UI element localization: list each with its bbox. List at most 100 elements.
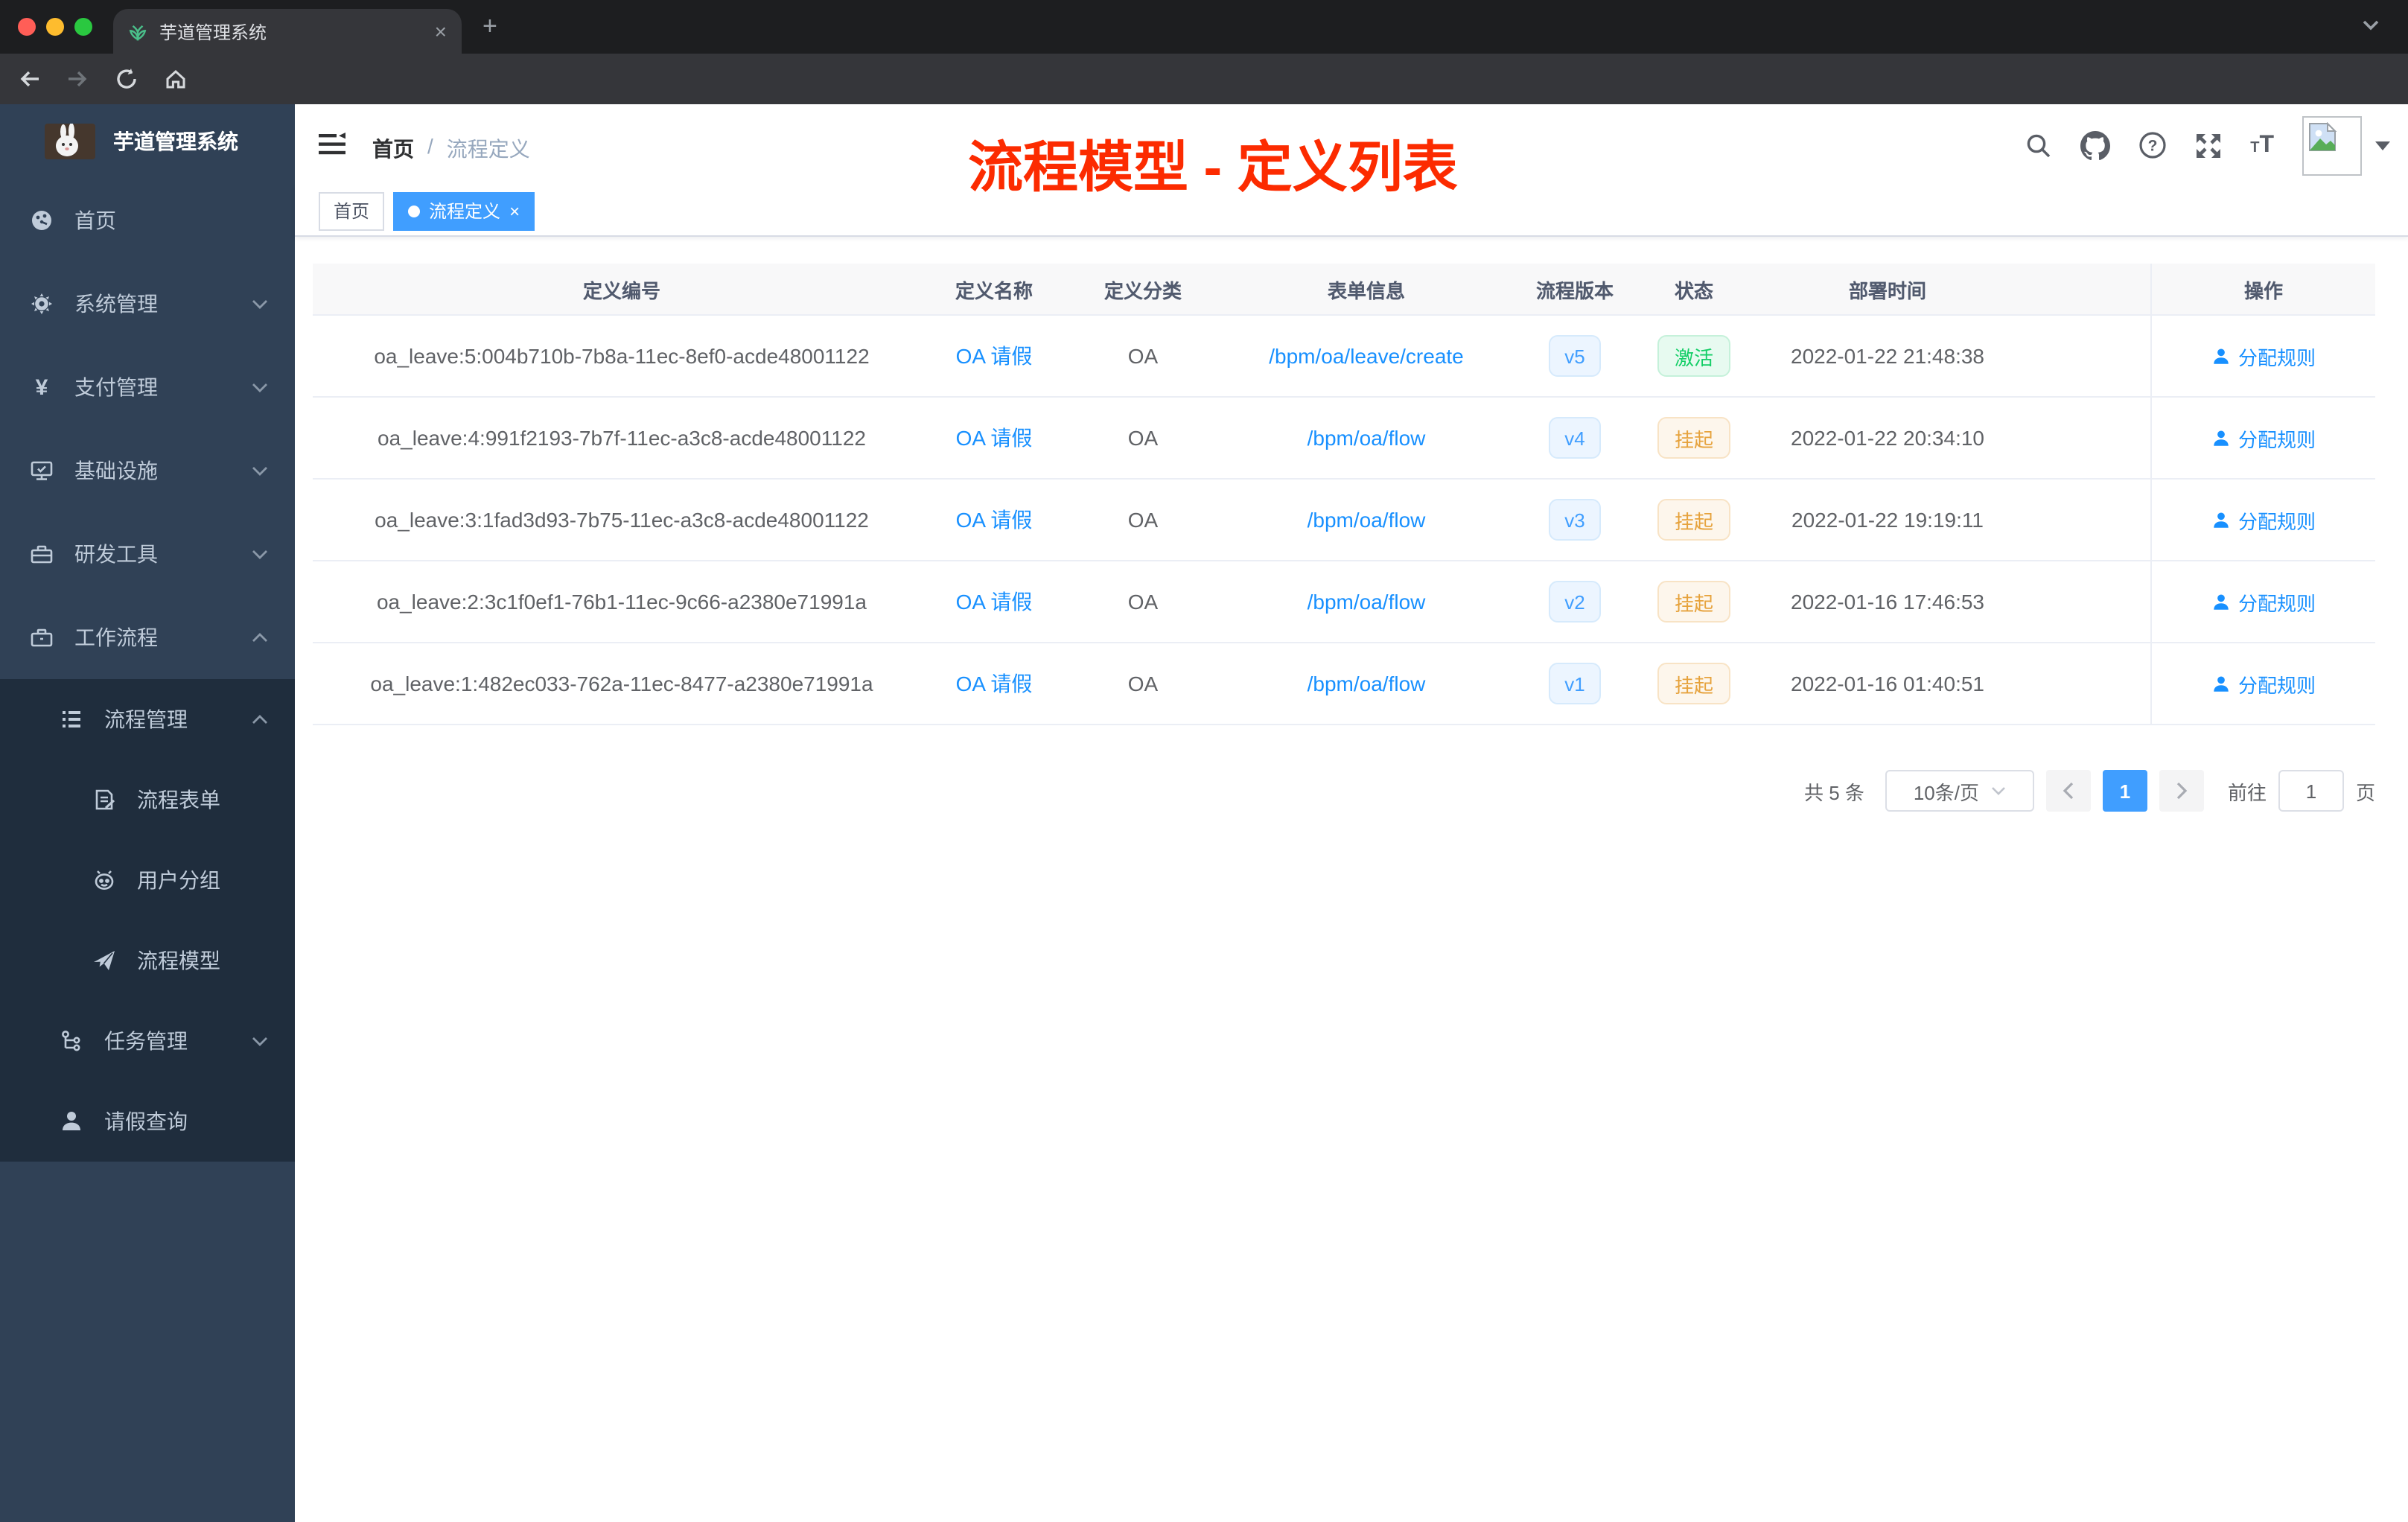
sidebar-item-infrastructure[interactable]: 基础设施 [0, 429, 295, 512]
github-icon[interactable] [2080, 130, 2111, 160]
sidebar-item-label: 流程表单 [137, 788, 220, 812]
sidebar-item-process-model[interactable]: 流程模型 [0, 920, 295, 1001]
form-link[interactable]: /bpm/oa/leave/create [1269, 344, 1464, 368]
definition-id: oa_leave:1:482ec033-762a-11ec-8477-a2380… [370, 672, 873, 695]
definition-id: oa_leave:5:004b710b-7b8a-11ec-8ef0-acde4… [374, 344, 870, 368]
chevron-down-icon [252, 1036, 268, 1046]
definition-name-link[interactable]: OA 请假 [956, 587, 1033, 617]
app-logo-row[interactable]: 芋道管理系统 [0, 104, 295, 179]
macos-close-button[interactable] [18, 18, 36, 36]
tag-home[interactable]: 首页 [319, 191, 385, 230]
sidebar-item-label: 首页 [74, 208, 116, 232]
form-link[interactable]: /bpm/oa/flow [1307, 590, 1426, 614]
assign-rule-button[interactable]: 分配规则 [2211, 669, 2316, 698]
definition-category: OA [1127, 508, 1159, 532]
definition-id: oa_leave:3:1fad3d93-7b75-11ec-a3c8-acde4… [375, 508, 869, 532]
definition-name-link[interactable]: OA 请假 [956, 423, 1033, 453]
person-icon [2214, 593, 2229, 609]
page-number-button[interactable]: 1 [2102, 770, 2147, 812]
fullscreen-icon[interactable] [2195, 132, 2222, 159]
table-row: oa_leave:5:004b710b-7b8a-11ec-8ef0-acde4… [313, 316, 2375, 398]
forward-icon[interactable] [66, 67, 89, 91]
back-icon[interactable] [18, 67, 42, 91]
pagination: 共 5 条 10条/页 1 前往 页 [313, 770, 2375, 812]
list-icon [60, 707, 83, 731]
deploy-time: 2022-01-16 17:46:53 [1791, 590, 1984, 614]
user-avatar-wrap[interactable] [2302, 115, 2390, 175]
help-icon[interactable]: ? [2138, 131, 2167, 159]
navbar-actions: ? TT [2025, 104, 2390, 186]
sidebar-item-label: 用户分组 [137, 868, 220, 892]
app-logo-rabbit-image [45, 124, 95, 159]
column-header-actions: 操作 [2150, 264, 2375, 314]
avatar-broken-image[interactable] [2302, 115, 2362, 175]
sidebar-item-label: 研发工具 [74, 542, 158, 566]
workflow-submenu: 流程管理 流程表单 用户分组 流程模型 任务管理 请假查询 [0, 679, 295, 1162]
column-header-id: 定义编号 [582, 279, 660, 302]
definition-name-link[interactable]: OA 请假 [956, 341, 1033, 371]
status-badge: 挂起 [1657, 663, 1730, 704]
chevron-up-icon [252, 714, 268, 725]
version-tag: v2 [1548, 581, 1602, 623]
form-link[interactable]: /bpm/oa/flow [1307, 508, 1426, 532]
chevron-right-icon [2176, 782, 2188, 800]
tab-search-chevron-icon[interactable] [2362, 19, 2380, 31]
new-tab-button[interactable]: + [482, 12, 497, 42]
chevron-up-icon [252, 632, 268, 643]
sidebar-item-system[interactable]: 系统管理 [0, 262, 295, 346]
avatar-dropdown-caret-icon[interactable] [2375, 141, 2390, 150]
yen-icon: ¥ [35, 375, 48, 400]
chevron-left-icon [2063, 782, 2074, 800]
sidebar-toggle-icon[interactable] [319, 133, 345, 156]
browser-tab[interactable]: 芋道管理系统 × [113, 9, 462, 54]
prev-page-button[interactable] [2045, 770, 2091, 812]
definition-category: OA [1127, 590, 1159, 614]
sidebar-item-dev-tools[interactable]: 研发工具 [0, 512, 295, 596]
main-area: 流程模型 - 定义列表 首页 / 流程定义 ? TT 首页 流程定义 × 定义编… [295, 104, 2408, 1522]
deploy-time: 2022-01-22 21:48:38 [1791, 344, 1984, 368]
person-icon [2214, 675, 2229, 691]
table-row: oa_leave:3:1fad3d93-7b75-11ec-a3c8-acde4… [313, 480, 2375, 561]
column-header-deploy-time: 部署时间 [1848, 279, 1926, 302]
sidebar-item-label: 请假查询 [104, 1109, 188, 1133]
version-tag: v5 [1548, 335, 1602, 377]
form-link[interactable]: /bpm/oa/flow [1307, 672, 1426, 695]
definition-name-link[interactable]: OA 请假 [956, 505, 1033, 535]
goto-page-input[interactable] [2278, 770, 2344, 812]
tab-close-icon[interactable]: × [435, 21, 447, 42]
reload-icon[interactable] [115, 67, 138, 91]
sidebar-item-leave-query[interactable]: 请假查询 [0, 1081, 295, 1162]
breadcrumb-home[interactable]: 首页 [372, 134, 414, 164]
definition-category: OA [1127, 672, 1159, 695]
page-size-select[interactable]: 10条/页 [1885, 770, 2034, 812]
annotation-title: 流程模型 - 定义列表 [968, 137, 1458, 198]
sidebar-item-task-mgmt[interactable]: 任务管理 [0, 1001, 295, 1081]
definition-category: OA [1127, 344, 1159, 368]
sidebar-item-user-group[interactable]: 用户分组 [0, 840, 295, 920]
definition-name-link[interactable]: OA 请假 [956, 669, 1033, 698]
tag-label: 首页 [334, 201, 370, 222]
sidebar-item-workflow[interactable]: 工作流程 [0, 596, 295, 679]
assign-rule-button[interactable]: 分配规则 [2211, 424, 2316, 452]
person-icon [2214, 348, 2229, 363]
macos-zoom-button[interactable] [74, 18, 92, 36]
sidebar-item-process-mgmt[interactable]: 流程管理 [0, 679, 295, 760]
macos-minimize-button[interactable] [46, 18, 64, 36]
search-icon[interactable] [2025, 132, 2052, 159]
assign-rule-button[interactable]: 分配规则 [2211, 588, 2316, 616]
next-page-button[interactable] [2159, 770, 2204, 812]
font-size-icon[interactable]: TT [2250, 132, 2274, 159]
chevron-down-icon [252, 465, 268, 476]
sidebar-item-label: 工作流程 [74, 625, 158, 649]
assign-rule-button[interactable]: 分配规则 [2211, 342, 2316, 370]
form-document-icon [92, 788, 116, 812]
tag-close-icon[interactable]: × [509, 200, 520, 221]
sidebar-item-process-form[interactable]: 流程表单 [0, 760, 295, 840]
sidebar-item-home[interactable]: 首页 [0, 179, 295, 262]
tag-process-definition[interactable]: 流程定义 × [393, 191, 535, 230]
sidebar-item-payment[interactable]: ¥ 支付管理 [0, 346, 295, 429]
home-icon[interactable] [164, 67, 188, 91]
assign-rule-button[interactable]: 分配规则 [2211, 506, 2316, 534]
definition-category: OA [1127, 426, 1159, 450]
form-link[interactable]: /bpm/oa/flow [1307, 426, 1426, 450]
